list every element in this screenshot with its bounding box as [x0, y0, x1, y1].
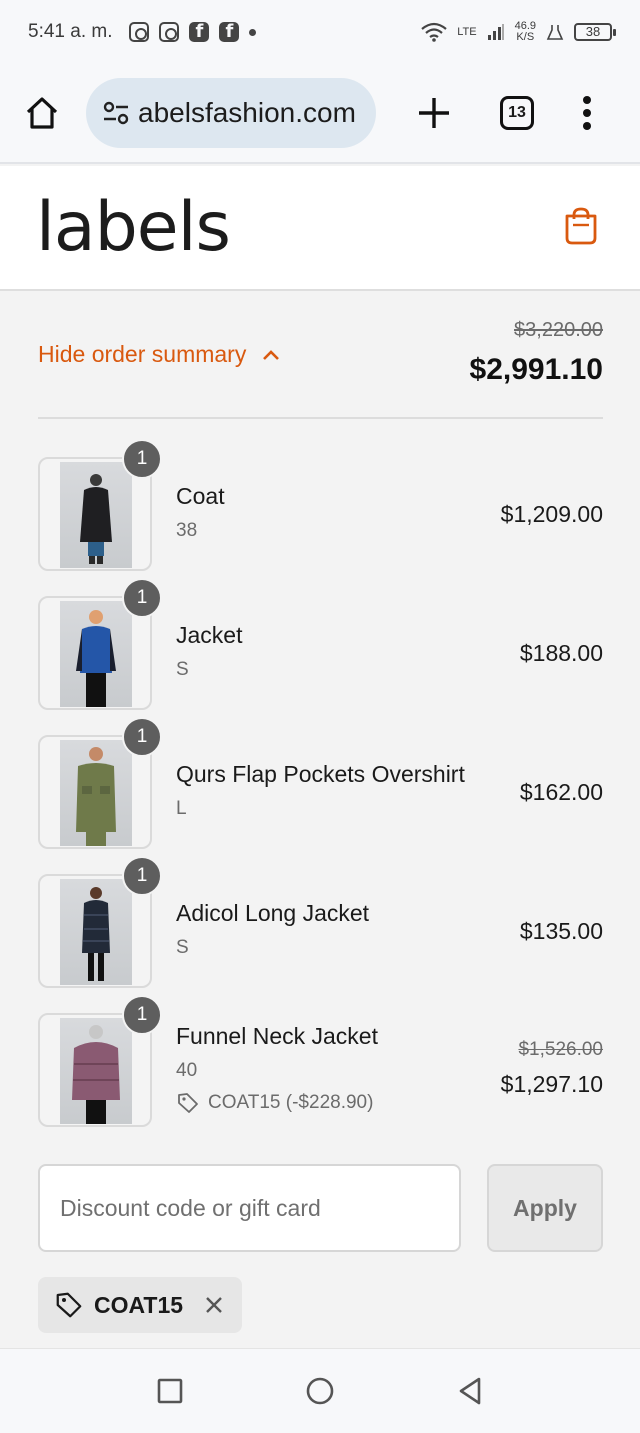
- item-variant: S: [176, 937, 189, 958]
- chevron-up-icon: [263, 349, 280, 360]
- signal-icon: [487, 24, 504, 40]
- site-header: labels: [0, 166, 640, 291]
- tag-icon: [56, 1292, 82, 1318]
- browser-toolbar: abelsfashion.com 13: [0, 64, 640, 164]
- instagram-icon: [158, 22, 179, 42]
- shopping-bag-icon[interactable]: [562, 206, 600, 246]
- data-speed-unit: K/S: [516, 31, 535, 43]
- quantity-badge: 1: [122, 717, 162, 757]
- more-menu-icon[interactable]: [582, 96, 592, 130]
- item-variant: 40: [176, 1060, 198, 1081]
- toggle-label: Hide order summary: [38, 341, 247, 367]
- wifi-icon: [421, 22, 447, 42]
- home-button[interactable]: [20, 91, 64, 135]
- quantity-badge: 1: [122, 995, 162, 1035]
- instagram-icon: [128, 22, 149, 42]
- order-summary: Hide order summary $3,220.00 $2,991.10 1…: [0, 293, 640, 1348]
- line-item: 1 Jacket S $188.00: [38, 578, 603, 735]
- home-icon: [26, 97, 58, 129]
- remove-discount-icon[interactable]: [203, 1294, 225, 1316]
- original-total: $3,220.00: [514, 319, 603, 341]
- item-price: $188.00: [519, 640, 603, 666]
- site-logo[interactable]: labels: [36, 194, 231, 262]
- line-item: 1 Funnel Neck Jacket 40 COAT15 (-$228.90…: [38, 995, 603, 1152]
- apply-button[interactable]: Apply: [487, 1164, 603, 1252]
- network-type: LTE: [457, 25, 477, 38]
- item-title: Jacket: [176, 622, 243, 648]
- order-summary-header: Hide order summary $3,220.00 $2,991.10: [38, 293, 603, 419]
- product-image-funnel-neck-jacket: [60, 1018, 132, 1124]
- item-title: Qurs Flap Pockets Overshirt: [176, 761, 465, 787]
- home-circle-icon[interactable]: [305, 1376, 335, 1406]
- system-navigation-bar: [0, 1348, 640, 1433]
- applied-discount-code: COAT15: [94, 1291, 184, 1318]
- tag-icon: [178, 1093, 198, 1113]
- flask-icon: [546, 25, 564, 40]
- facebook-icon: [188, 21, 209, 42]
- applied-discount-chip: COAT15: [38, 1277, 242, 1333]
- site-settings-icon[interactable]: [100, 97, 132, 129]
- line-item: 1 Coat 38 $1,209.00: [38, 439, 603, 596]
- url-text: abelsfashion.com: [138, 97, 356, 128]
- address-bar[interactable]: abelsfashion.com: [86, 78, 376, 148]
- notification-dot-icon: [248, 28, 256, 36]
- back-icon[interactable]: [455, 1376, 485, 1406]
- item-price: $162.00: [519, 779, 603, 805]
- facebook-icon: [218, 21, 239, 42]
- product-image-long-jacket: [60, 879, 132, 985]
- new-tab-icon[interactable]: [416, 95, 452, 131]
- order-total: $2,991.10: [469, 353, 603, 386]
- product-image-overshirt: [60, 740, 132, 846]
- discount-form: Apply: [38, 1164, 603, 1252]
- item-variant: 38: [176, 520, 198, 541]
- item-variant: L: [176, 798, 187, 819]
- line-item: 1 Qurs Flap Pockets Overshirt L $162.00: [38, 717, 603, 874]
- product-image-coat: [60, 462, 132, 568]
- discount-code-input[interactable]: [38, 1164, 461, 1252]
- item-variant: S: [176, 659, 189, 680]
- status-bar: 5:41 a. m. LTE 46.9 K/S 38: [0, 0, 640, 64]
- product-image-jacket: [60, 601, 132, 707]
- item-original-price: $1,526.00: [518, 1039, 603, 1060]
- item-price: $1,297.10: [500, 1071, 603, 1097]
- item-price: $1,209.00: [500, 501, 603, 527]
- item-title: Adicol Long Jacket: [176, 900, 370, 926]
- line-item: 1 Adicol Long Jacket S $135.00: [38, 856, 603, 1013]
- status-time: 5:41 a. m.: [28, 21, 113, 42]
- quantity-badge: 1: [122, 856, 162, 896]
- item-title: Coat: [176, 483, 225, 509]
- quantity-badge: 1: [122, 439, 162, 479]
- item-title: Funnel Neck Jacket: [176, 1023, 378, 1049]
- quantity-badge: 1: [122, 578, 162, 618]
- recent-apps-icon[interactable]: [155, 1376, 185, 1406]
- item-discount: COAT15 (-$228.90): [176, 1091, 373, 1115]
- item-discount-text: COAT15 (-$228.90): [208, 1092, 374, 1113]
- data-speed: 46.9 K/S: [515, 21, 536, 43]
- battery-icon: 38: [574, 23, 616, 41]
- line-items: 1 Coat 38 $1,209.00 1 Jacket S $188.00 1…: [38, 439, 603, 1152]
- tab-switcher-button[interactable]: 13: [500, 96, 534, 130]
- item-price: $135.00: [519, 918, 603, 944]
- hide-order-summary-toggle[interactable]: Hide order summary: [38, 341, 280, 368]
